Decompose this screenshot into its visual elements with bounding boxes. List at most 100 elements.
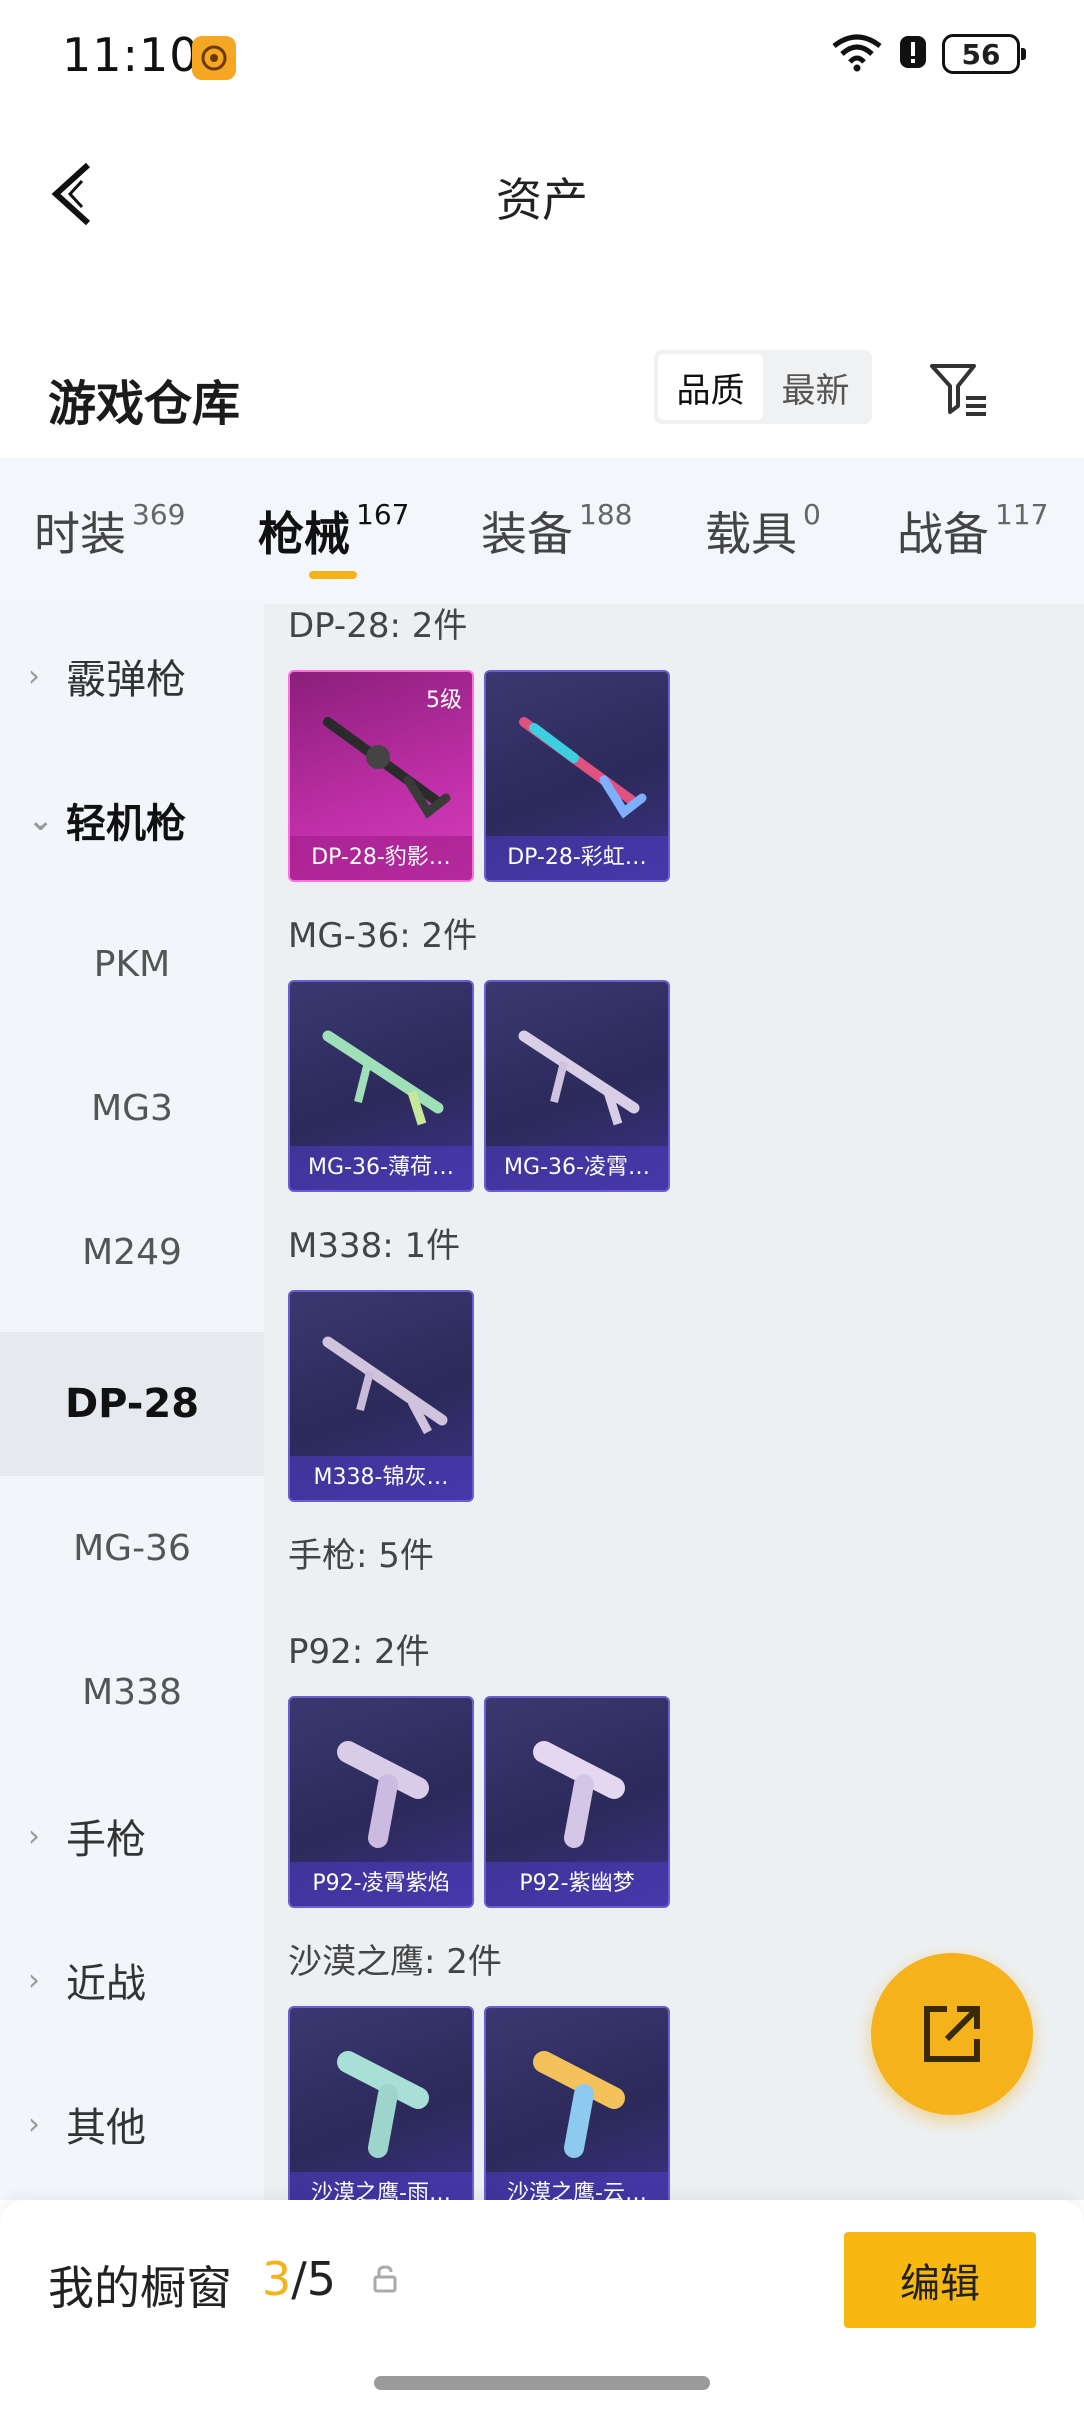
skin-name: DP-28-豹影…: [290, 836, 472, 880]
app-notification-icon: [192, 36, 236, 80]
sidebar-item-label: M338: [82, 1671, 182, 1713]
tab-count: 167: [356, 498, 410, 531]
tab-label: 装备: [481, 507, 573, 561]
showcase-current: 3: [262, 2252, 292, 2306]
skin-name: M338-锦灰…: [290, 1456, 472, 1500]
skin-card[interactable]: 沙漠之鹰-雨…: [288, 2006, 474, 2200]
sidebar-item-label: 轻机枪: [66, 801, 186, 847]
sidebar-item-label: 霰弹枪: [66, 657, 186, 703]
sidebar-item-lmg[interactable]: ⌄ 轻机枪: [0, 748, 264, 892]
sidebar-item-label: MG-36: [73, 1527, 191, 1569]
tab-label: 枪械: [258, 507, 350, 561]
sidebar-item-label: DP-28: [64, 1381, 200, 1427]
skin-card[interactable]: M338-锦灰…: [288, 1290, 474, 1502]
sidebar-item-m338[interactable]: M338: [0, 1620, 264, 1764]
weapon-sidebar: › 霰弹枪 ⌄ 轻机枪 PKM MG3 M249 DP-28 MG-36 M338 …: [0, 604, 264, 2200]
chevron-right-icon: ›: [28, 2106, 40, 2142]
sort-toggle: 品质 最新: [654, 350, 872, 424]
category-tabs: 时装 369 枪械 167 装备 188 载具 0 战备 117: [0, 458, 1084, 604]
sidebar-item-label: 其他: [66, 2105, 146, 2151]
skin-name: P92-凌霄紫焰: [290, 1862, 472, 1906]
skin-name: 沙漠之鹰-雨…: [290, 2172, 472, 2200]
chevron-right-icon: ›: [28, 658, 40, 694]
sidebar-item-pkm[interactable]: PKM: [0, 892, 264, 1036]
section-label: 手枪: 5件: [288, 1536, 434, 1576]
skin-card[interactable]: MG-36-薄荷…: [288, 980, 474, 1192]
skin-name: MG-36-薄荷…: [290, 1146, 472, 1190]
rifle-icon: [518, 1030, 640, 1126]
tab-count: 188: [579, 498, 633, 531]
share-fab[interactable]: [871, 1953, 1033, 2115]
skin-name: MG-36-凌霄…: [486, 1146, 668, 1190]
skin-name: 沙漠之鹰-云…: [486, 2172, 668, 2200]
app-header: 资产: [0, 120, 1084, 270]
status-time: 11:10: [62, 28, 200, 82]
skin-card[interactable]: 沙漠之鹰-云…: [484, 2006, 670, 2200]
pistol-icon: [337, 1741, 429, 1848]
battery-level: 56: [961, 37, 1001, 71]
tab-weapons[interactable]: 枪械 167: [258, 498, 409, 564]
sidebar-item-mg3[interactable]: MG3: [0, 1036, 264, 1180]
skin-card[interactable]: MG-36-凌霄…: [484, 980, 670, 1192]
tab-equipment[interactable]: 装备 188: [481, 498, 632, 564]
skin-card[interactable]: 5级 DP-28-豹影…: [288, 670, 474, 882]
sidebar-item-shotgun[interactable]: › 霰弹枪: [0, 604, 264, 748]
sidebar-item-label: 手枪: [66, 1817, 146, 1863]
showcase-total: /5: [291, 2252, 337, 2306]
sidebar-item-dp28[interactable]: DP-28: [0, 1332, 264, 1476]
share-icon: [924, 2006, 980, 2062]
battery-icon: 56: [942, 34, 1026, 74]
tab-count: 369: [132, 498, 186, 531]
section-label: M338: 1件: [288, 1226, 461, 1266]
chevron-down-icon: ⌄: [28, 802, 54, 838]
tab-count: 0: [803, 498, 821, 531]
section-label: 沙漠之鹰: 2件: [288, 1942, 502, 1982]
showcase-count: 3/5: [262, 2252, 336, 2306]
alert-icon: [898, 32, 928, 76]
chevron-right-icon: ›: [28, 1962, 40, 1998]
lock-icon: [370, 2264, 400, 2298]
tab-label: 时装: [34, 507, 126, 561]
home-indicator[interactable]: [374, 2376, 710, 2390]
warehouse-header: 游戏仓库 品质 最新: [0, 340, 1084, 450]
edit-button[interactable]: 编辑: [844, 2232, 1036, 2328]
skin-name: DP-28-彩虹…: [486, 836, 668, 880]
skin-card[interactable]: P92-凌霄紫焰: [288, 1696, 474, 1908]
filter-icon: [930, 364, 986, 416]
sidebar-item-label: MG3: [91, 1087, 173, 1129]
rifle-icon: [322, 1336, 448, 1435]
chevron-right-icon: ›: [28, 1818, 40, 1854]
warehouse-title: 游戏仓库: [48, 376, 241, 432]
pistol-icon: [337, 2051, 429, 2158]
sidebar-item-other[interactable]: › 其他: [0, 2052, 264, 2196]
section-label: DP-28: 2件: [288, 606, 468, 646]
sort-by-quality[interactable]: 品质: [658, 354, 763, 420]
showcase-label: 我的橱窗: [48, 2261, 232, 2315]
skin-card[interactable]: DP-28-彩虹…: [484, 670, 670, 882]
tab-vehicles[interactable]: 载具 0: [705, 498, 821, 564]
filter-button[interactable]: [924, 354, 994, 424]
sidebar-item-melee[interactable]: › 近战: [0, 1908, 264, 2052]
tab-supplies[interactable]: 战备 117: [897, 498, 1048, 564]
pistol-icon: [533, 1741, 625, 1848]
sidebar-item-mg36[interactable]: MG-36: [0, 1476, 264, 1620]
active-tab-indicator: [309, 571, 357, 579]
skin-name: P92-紫幽梦: [486, 1862, 668, 1906]
sidebar-item-m249[interactable]: M249: [0, 1180, 264, 1324]
sort-by-newest[interactable]: 最新: [763, 354, 868, 420]
sidebar-item-label: M249: [82, 1231, 182, 1273]
status-bar: 11:10 56: [0, 0, 1084, 110]
sidebar-item-label: 近战: [66, 1961, 146, 2007]
page-title: 资产: [496, 173, 588, 227]
tab-count: 117: [995, 498, 1049, 531]
skin-card[interactable]: P92-紫幽梦: [484, 1696, 670, 1908]
tab-label: 载具: [705, 507, 797, 561]
wifi-icon: [830, 32, 884, 76]
sidebar-item-pistol[interactable]: › 手枪: [0, 1764, 264, 1908]
sidebar-item-label: PKM: [93, 943, 171, 985]
pistol-icon: [533, 2051, 625, 2158]
section-label: P92: 2件: [288, 1632, 430, 1672]
tab-outfits[interactable]: 时装 369: [34, 498, 185, 564]
lmg-icon: [323, 717, 451, 819]
lmg-icon: [519, 717, 647, 819]
